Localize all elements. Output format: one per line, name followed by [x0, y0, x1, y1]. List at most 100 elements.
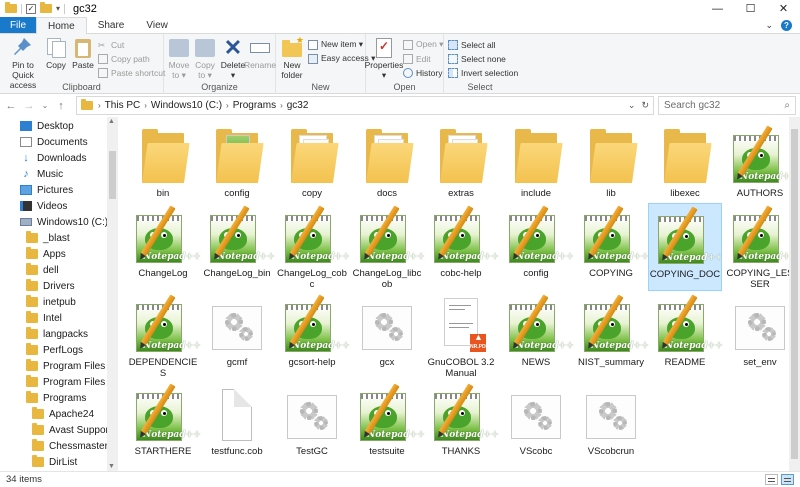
tab-share[interactable]: Share — [87, 17, 136, 33]
nav-item-folder[interactable]: Programs — [26, 390, 86, 406]
select-all-button[interactable]: Select all — [448, 38, 496, 51]
file-item[interactable]: include — [499, 123, 573, 211]
forward-button[interactable]: → — [22, 100, 36, 112]
navigation-pane[interactable]: Desktop Documents ↓ Downloads ♪ Music Pict… — [0, 117, 118, 471]
file-item[interactable]: docs — [350, 123, 424, 211]
search-input[interactable]: Search gc32 ⌕ — [658, 96, 796, 115]
nav-item-folder[interactable]: Program Files (x86) — [26, 374, 118, 390]
breadcrumb-drive[interactable]: Windows10 (C:) — [148, 100, 225, 111]
file-item[interactable]: Notepad++ ChangeLog_cobc — [275, 203, 350, 291]
file-item[interactable]: Notepad++ NEWS — [499, 292, 574, 380]
file-item[interactable]: Notepad++ COPYING_LESSER — [723, 203, 789, 291]
nav-item-music[interactable]: ♪ Music — [20, 166, 63, 182]
paste-shortcut-button[interactable]: Paste shortcut — [98, 66, 165, 79]
nav-item-documents[interactable]: Documents — [20, 134, 88, 150]
content-scrollbar[interactable] — [789, 117, 800, 471]
file-item[interactable]: Notepad++ AUTHORS — [723, 123, 789, 211]
file-item[interactable]: Notepad++ THANKS — [424, 381, 499, 469]
file-item[interactable]: Notepad++ NIST_summary — [574, 292, 649, 380]
close-button[interactable]: ✕ — [767, 0, 800, 17]
file-item[interactable]: Notepad++ gcsort-help — [275, 292, 350, 380]
file-item[interactable]: Notepad++ ChangeLog_libcob — [350, 203, 425, 291]
new-item-button[interactable]: New item ▾ — [308, 38, 363, 51]
nav-scroll-thumb[interactable] — [109, 151, 116, 199]
rename-button[interactable]: Rename — [244, 37, 276, 70]
file-item[interactable]: Notepad++ README — [648, 292, 723, 380]
invert-selection-button[interactable]: Invert selection — [448, 66, 518, 79]
nav-item-folder[interactable]: dell — [26, 262, 59, 278]
file-item[interactable]: VScobc — [499, 381, 573, 469]
maximize-button[interactable]: ☐ — [734, 0, 767, 17]
tab-home[interactable]: Home — [36, 17, 87, 34]
file-item[interactable]: gcx — [350, 292, 424, 380]
tab-view[interactable]: View — [135, 17, 179, 33]
nav-item-folder[interactable]: Intel — [26, 310, 62, 326]
file-item[interactable]: copy — [275, 123, 349, 211]
file-item[interactable]: testfunc.cob — [200, 381, 274, 469]
nav-item-folder[interactable]: inetpub — [26, 294, 76, 310]
large-icons-view-icon[interactable] — [781, 474, 794, 485]
minimize-button[interactable]: — — [701, 0, 734, 17]
properties-icon[interactable]: ✓ — [26, 3, 36, 14]
up-button[interactable]: ↑ — [54, 100, 68, 112]
nav-item-folder[interactable]: Apps — [26, 246, 66, 262]
nav-item-drive[interactable]: Windows10 (C:) — [20, 214, 108, 230]
copy-button[interactable]: Copy — [44, 37, 68, 70]
edit-button[interactable]: Edit — [403, 52, 431, 65]
file-item[interactable]: Notepad++ testsuite — [350, 381, 425, 469]
properties-button[interactable]: Properties ▾ — [365, 37, 403, 80]
file-item[interactable]: Notepad++ DEPENDENCIES — [126, 292, 201, 380]
nav-item-pictures[interactable]: Pictures — [20, 182, 73, 198]
nav-item-folder[interactable]: Apache24 — [32, 406, 94, 422]
cut-button[interactable]: ✂ Cut — [98, 38, 124, 51]
file-item[interactable]: Notepad++ STARTHERE — [126, 381, 201, 469]
breadcrumb-this-pc[interactable]: This PC — [102, 100, 144, 111]
breadcrumb-gc32[interactable]: gc32 — [284, 100, 312, 111]
address-input[interactable]: › This PC › Windows10 (C:) › Programs › … — [76, 96, 654, 115]
file-item[interactable]: gcmf — [200, 292, 274, 380]
move-to-button[interactable]: Move to ▾ — [166, 37, 192, 80]
nav-item-desktop[interactable]: Desktop — [20, 118, 74, 134]
copy-to-button[interactable]: Copy to ▾ — [192, 37, 218, 80]
nav-item-folder[interactable]: DirList — [32, 454, 77, 470]
file-item[interactable]: VScobcrun — [574, 381, 648, 469]
paste-button[interactable]: Paste — [70, 37, 96, 70]
nav-item-folder[interactable]: Drivers — [26, 278, 75, 294]
open-button[interactable]: Open ▾ — [403, 38, 443, 51]
nav-item-videos[interactable]: Videos — [20, 198, 67, 214]
nav-item-downloads[interactable]: ↓ Downloads — [20, 150, 86, 166]
chevron-down-icon[interactable]: ▾ — [56, 4, 60, 13]
back-button[interactable]: ← — [4, 100, 18, 112]
expand-ribbon-icon[interactable]: ⌄ — [765, 20, 773, 31]
file-item[interactable]: libexec — [648, 123, 722, 211]
file-item[interactable]: TestGC — [275, 381, 349, 469]
breadcrumb-programs[interactable]: Programs — [230, 100, 279, 111]
details-view-icon[interactable] — [765, 474, 778, 485]
nav-item-folder[interactable]: Chessmaster9000 — [32, 438, 118, 454]
scroll-up-icon[interactable]: ▲ — [108, 118, 115, 125]
file-item[interactable]: Notepad++ ChangeLog — [126, 203, 201, 291]
copy-path-button[interactable]: Copy path — [98, 52, 150, 65]
history-button[interactable]: History — [403, 66, 442, 79]
select-none-button[interactable]: Select none — [448, 52, 506, 65]
nav-scrollbar[interactable]: ▲ ▼ — [107, 117, 118, 471]
file-item[interactable]: Notepad++ COPYING_DOC — [648, 203, 723, 291]
file-item[interactable]: Notepad++ cobc-help — [424, 203, 499, 291]
file-item[interactable]: Notepad++ COPYING — [574, 203, 649, 291]
nav-item-folder[interactable]: Avast Support Tool — [32, 422, 118, 438]
file-item[interactable]: bin — [126, 123, 200, 211]
address-dropdown-icon[interactable]: ⌄ — [628, 100, 636, 111]
help-icon[interactable]: ? — [781, 19, 792, 31]
file-item[interactable]: NR.PDF GnuCOBOL 3.2 Manual — [424, 292, 498, 380]
new-folder-icon[interactable] — [40, 2, 52, 13]
file-item[interactable]: lib — [574, 123, 648, 211]
file-item[interactable]: config — [200, 123, 274, 211]
file-item[interactable]: Notepad++ ChangeLog_bin — [200, 203, 275, 291]
nav-item-folder[interactable]: PerfLogs — [26, 342, 83, 358]
new-folder-button[interactable]: New folder — [278, 35, 306, 80]
file-item[interactable]: set_env — [723, 292, 789, 380]
file-item[interactable]: Notepad++ config — [499, 203, 574, 291]
nav-item-folder[interactable]: Program Files — [26, 358, 105, 374]
delete-button[interactable]: ✕ Delete ▾ — [220, 37, 246, 81]
nav-item-folder[interactable]: _blast — [26, 230, 70, 246]
